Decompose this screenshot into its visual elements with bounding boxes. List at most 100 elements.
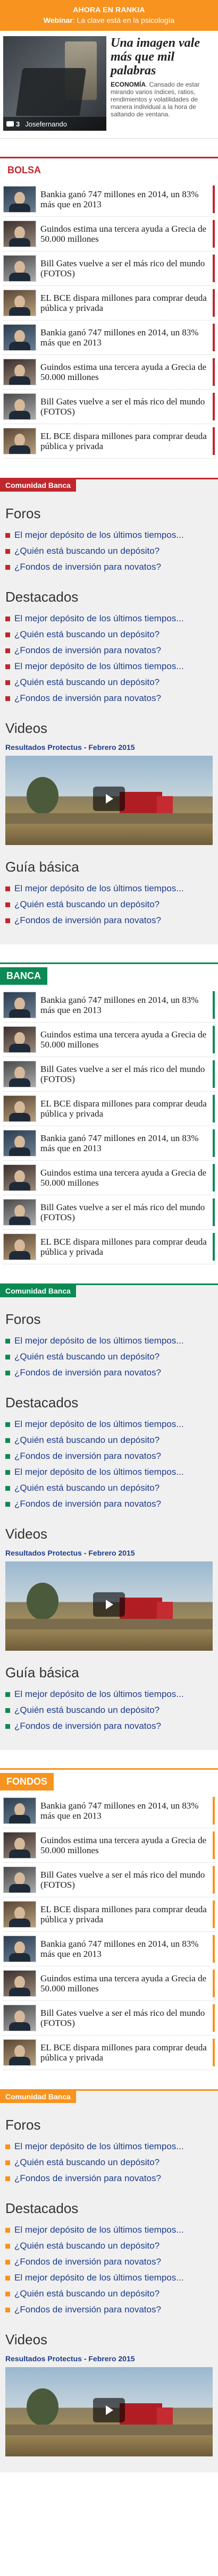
news-thumbnail[interactable]: [3, 2039, 36, 2066]
play-icon[interactable]: [93, 1592, 125, 1617]
news-item[interactable]: Guindos estima una tercera ayuda a Greci…: [3, 1828, 215, 1863]
news-thumbnail[interactable]: [3, 1866, 36, 1893]
foros-link-text[interactable]: ¿Fondos de inversión para novatos?: [14, 2173, 161, 2184]
news-headline[interactable]: Guindos estima una tercera ayuda a Greci…: [40, 224, 215, 244]
section-tag[interactable]: BANCA: [0, 967, 47, 985]
destacados-link[interactable]: El mejor depósito de los últimos tiempos…: [5, 1464, 213, 1480]
news-headline[interactable]: EL BCE dispara millones para comprar deu…: [40, 431, 215, 451]
news-item[interactable]: EL BCE dispara millones para comprar deu…: [3, 1230, 215, 1264]
news-thumbnail[interactable]: [3, 992, 36, 1018]
foros-link-text[interactable]: El mejor depósito de los últimos tiempos…: [14, 2141, 183, 2152]
news-item[interactable]: Bankia ganó 747 millones en 2014, un 83%…: [3, 1932, 215, 1966]
news-item[interactable]: Guindos estima una tercera ayuda a Greci…: [3, 1161, 215, 1195]
destacados-link[interactable]: ¿Fondos de inversión para novatos?: [5, 1448, 213, 1464]
news-thumbnail[interactable]: [3, 1234, 36, 1260]
foros-link-text[interactable]: El mejor depósito de los últimos tiempos…: [14, 1335, 183, 1347]
foros-link[interactable]: ¿Quién está buscando un depósito?: [5, 2155, 213, 2170]
destacados-link[interactable]: El mejor depósito de los últimos tiempos…: [5, 658, 213, 674]
destacados-link-text[interactable]: ¿Fondos de inversión para novatos?: [14, 1498, 161, 1510]
news-headline[interactable]: EL BCE dispara millones para comprar deu…: [40, 293, 215, 313]
news-thumbnail[interactable]: [3, 393, 36, 420]
news-headline[interactable]: EL BCE dispara millones para comprar deu…: [40, 1237, 215, 1257]
destacados-link[interactable]: ¿Quién está buscando un depósito?: [5, 1432, 213, 1448]
foros-link[interactable]: El mejor depósito de los últimos tiempos…: [5, 527, 213, 543]
news-item[interactable]: Bankia ganó 747 millones en 2014, un 83%…: [3, 320, 215, 355]
destacados-link[interactable]: El mejor depósito de los últimos tiempos…: [5, 2270, 213, 2286]
guia-link[interactable]: El mejor depósito de los últimos tiempos…: [5, 1686, 213, 1702]
destacados-link-text[interactable]: ¿Quién está buscando un depósito?: [14, 677, 160, 688]
news-thumbnail[interactable]: [3, 1164, 36, 1191]
community-tag[interactable]: Comunidad Banca: [0, 2090, 76, 2103]
destacados-link-text[interactable]: ¿Quién está buscando un depósito?: [14, 2288, 160, 2300]
news-item[interactable]: Bankia ganó 747 millones en 2014, un 83%…: [3, 1126, 215, 1161]
video-caption[interactable]: Resultados Protectus - Febrero 2015: [5, 742, 213, 756]
guia-link[interactable]: ¿Quién está buscando un depósito?: [5, 897, 213, 913]
news-thumbnail[interactable]: [3, 2005, 36, 2031]
destacados-link-text[interactable]: ¿Quién está buscando un depósito?: [14, 1482, 160, 1494]
community-tag[interactable]: Comunidad Banca: [0, 479, 76, 492]
foros-link[interactable]: El mejor depósito de los últimos tiempos…: [5, 1333, 213, 1349]
destacados-link-text[interactable]: El mejor depósito de los últimos tiempos…: [14, 1418, 183, 1430]
news-headline[interactable]: Bill Gates vuelve a ser el más rico del …: [40, 1202, 215, 1222]
news-headline[interactable]: Guindos estima una tercera ayuda a Greci…: [40, 1168, 215, 1188]
news-item[interactable]: Bill Gates vuelve a ser el más rico del …: [3, 251, 215, 286]
destacados-link-text[interactable]: ¿Fondos de inversión para novatos?: [14, 645, 161, 656]
news-headline[interactable]: Guindos estima una tercera ayuda a Greci…: [40, 1973, 215, 1994]
news-item[interactable]: Bill Gates vuelve a ser el más rico del …: [3, 390, 215, 424]
news-item[interactable]: Bankia ganó 747 millones en 2014, un 83%…: [3, 988, 215, 1023]
news-item[interactable]: Bankia ganó 747 millones en 2014, un 83%…: [3, 1794, 215, 1828]
destacados-link[interactable]: ¿Quién está buscando un depósito?: [5, 1480, 213, 1496]
destacados-link[interactable]: ¿Fondos de inversión para novatos?: [5, 643, 213, 658]
destacados-link-text[interactable]: El mejor depósito de los últimos tiempos…: [14, 2224, 183, 2236]
news-headline[interactable]: Bankia ganó 747 millones en 2014, un 83%…: [40, 1939, 215, 1959]
destacados-link[interactable]: ¿Fondos de inversión para novatos?: [5, 2254, 213, 2270]
news-headline[interactable]: Bill Gates vuelve a ser el más rico del …: [40, 2008, 215, 2028]
news-item[interactable]: EL BCE dispara millones para comprar deu…: [3, 424, 215, 459]
destacados-link[interactable]: ¿Quién está buscando un depósito?: [5, 2286, 213, 2302]
news-headline[interactable]: Guindos estima una tercera ayuda a Greci…: [40, 1029, 215, 1050]
guia-link-text[interactable]: ¿Quién está buscando un depósito?: [14, 1704, 160, 1716]
destacados-link[interactable]: ¿Fondos de inversión para novatos?: [5, 690, 213, 706]
news-item[interactable]: EL BCE dispara millones para comprar deu…: [3, 1092, 215, 1126]
news-headline[interactable]: Bankia ganó 747 millones en 2014, un 83%…: [40, 1801, 215, 1821]
news-headline[interactable]: Guindos estima una tercera ayuda a Greci…: [40, 1835, 215, 1855]
destacados-link-text[interactable]: ¿Fondos de inversión para novatos?: [14, 692, 161, 704]
guia-link[interactable]: ¿Quién está buscando un depósito?: [5, 1702, 213, 1718]
news-thumbnail[interactable]: [3, 1095, 36, 1122]
destacados-link[interactable]: ¿Quién está buscando un depósito?: [5, 627, 213, 643]
destacados-link-text[interactable]: ¿Fondos de inversión para novatos?: [14, 2256, 161, 2268]
hero-category[interactable]: ECONOMÍA: [111, 81, 146, 88]
news-headline[interactable]: Bill Gates vuelve a ser el más rico del …: [40, 1870, 215, 1890]
hero-title[interactable]: Una imagen vale más que mil palabras: [111, 36, 215, 78]
news-headline[interactable]: Bill Gates vuelve a ser el más rico del …: [40, 258, 215, 278]
news-headline[interactable]: EL BCE dispara millones para comprar deu…: [40, 1099, 215, 1119]
foros-link[interactable]: ¿Fondos de inversión para novatos?: [5, 2170, 213, 2186]
news-headline[interactable]: Bankia ganó 747 millones en 2014, un 83%…: [40, 995, 215, 1015]
hero-author[interactable]: Josefernando: [25, 120, 67, 128]
news-thumbnail[interactable]: [3, 255, 36, 282]
foros-link[interactable]: ¿Quién está buscando un depósito?: [5, 1349, 213, 1365]
news-headline[interactable]: Guindos estima una tercera ayuda a Greci…: [40, 362, 215, 382]
news-thumbnail[interactable]: [3, 290, 36, 316]
guia-link-text[interactable]: ¿Quién está buscando un depósito?: [14, 899, 160, 910]
news-thumbnail[interactable]: [3, 221, 36, 247]
hero-image[interactable]: 3 Josefernando: [3, 36, 106, 131]
hero-article[interactable]: 3 Josefernando Una imagen vale más que m…: [0, 31, 218, 139]
news-item[interactable]: Bill Gates vuelve a ser el más rico del …: [3, 1057, 215, 1092]
foros-link-text[interactable]: ¿Fondos de inversión para novatos?: [14, 1367, 161, 1379]
news-item[interactable]: Guindos estima una tercera ayuda a Greci…: [3, 355, 215, 390]
play-icon[interactable]: [93, 787, 125, 811]
news-headline[interactable]: EL BCE dispara millones para comprar deu…: [40, 2042, 215, 2063]
community-tag[interactable]: Comunidad Banca: [0, 1285, 76, 1297]
video-caption[interactable]: Resultados Protectus - Febrero 2015: [5, 2353, 213, 2367]
video-player[interactable]: [5, 756, 213, 845]
top-ranking-bar[interactable]: AHORA EN RANKIA Webinar: La clave está e…: [0, 0, 218, 31]
destacados-link[interactable]: El mejor depósito de los últimos tiempos…: [5, 2222, 213, 2238]
video-player[interactable]: [5, 1561, 213, 1651]
news-item[interactable]: Bill Gates vuelve a ser el más rico del …: [3, 1863, 215, 1897]
destacados-link[interactable]: ¿Quién está buscando un depósito?: [5, 2238, 213, 2254]
news-thumbnail[interactable]: [3, 1970, 36, 1997]
destacados-link-text[interactable]: ¿Quién está buscando un depósito?: [14, 2240, 160, 2252]
foros-link[interactable]: ¿Quién está buscando un depósito?: [5, 543, 213, 559]
news-headline[interactable]: Bill Gates vuelve a ser el más rico del …: [40, 396, 215, 417]
